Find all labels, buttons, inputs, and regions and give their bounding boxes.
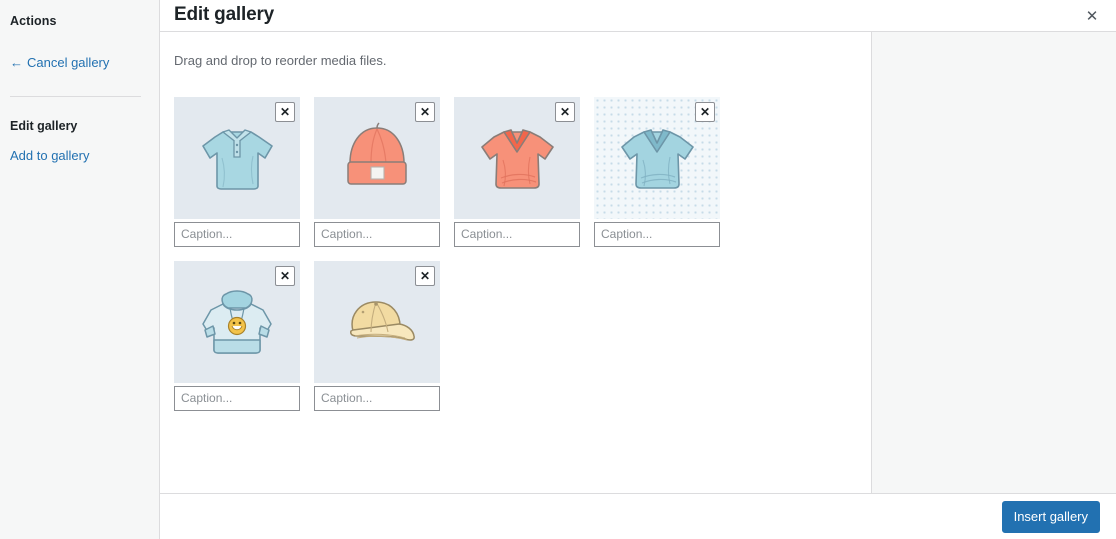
thumbnail-blue-tshirt[interactable]: ✕ [594,97,720,219]
insert-gallery-button[interactable]: Insert gallery [1002,501,1100,533]
thumbnail-hoodie[interactable]: ✕ [174,261,300,383]
remove-media-icon[interactable]: ✕ [415,266,435,286]
page-title: Edit gallery [174,5,274,24]
edit-gallery-modal: Actions ← Cancel gallery Edit gallery Add… [0,0,1116,539]
caption-input[interactable] [314,386,440,411]
media-tile[interactable]: ✕ [174,97,300,247]
media-tile-grid: ✕ ✕ ✕ ✕ [174,97,857,411]
media-tile[interactable]: ✕ [454,97,580,247]
sidebar-item-add-to-gallery[interactable]: Add to gallery [8,143,143,169]
gallery-content: Drag and drop to reorder media files. ✕ … [160,32,871,493]
thumbnail-polo-shirt[interactable]: ✕ [174,97,300,219]
caption-input[interactable] [174,386,300,411]
media-tile[interactable]: ✕ [314,261,440,411]
remove-media-icon[interactable]: ✕ [275,102,295,122]
remove-media-icon[interactable]: ✕ [275,266,295,286]
caption-input[interactable] [594,222,720,247]
media-tile[interactable]: ✕ [594,97,720,247]
modal-main: Edit gallery ✕ Drag and drop to reorder … [160,0,1116,539]
remove-media-icon[interactable]: ✕ [555,102,575,122]
caption-input[interactable] [314,222,440,247]
gallery-settings-panel [871,32,1116,493]
sidebar-item-cancel-gallery-label: Cancel gallery [27,55,109,70]
sidebar-actions-heading: Actions [8,10,143,28]
thumbnail-baseball-cap[interactable]: ✕ [314,261,440,383]
remove-media-icon[interactable]: ✕ [415,102,435,122]
modal-sidebar: Actions ← Cancel gallery Edit gallery Add… [0,0,160,539]
modal-body: Drag and drop to reorder media files. ✕ … [160,32,1116,494]
close-icon[interactable]: ✕ [1076,0,1108,32]
thumbnail-beanie[interactable]: ✕ [314,97,440,219]
media-tile[interactable]: ✕ [174,261,300,411]
arrow-left-icon: ← [10,55,23,70]
remove-media-icon[interactable]: ✕ [695,102,715,122]
media-tile[interactable]: ✕ [314,97,440,247]
reorder-instruction: Drag and drop to reorder media files. [174,51,857,71]
modal-footer: Insert gallery [160,494,1116,539]
sidebar-divider [10,96,141,97]
thumbnail-coral-tshirt[interactable]: ✕ [454,97,580,219]
caption-input[interactable] [174,222,300,247]
sidebar-group-title-edit-gallery: Edit gallery [8,119,143,133]
modal-header: Edit gallery ✕ [160,0,1116,32]
sidebar-item-cancel-gallery[interactable]: ← Cancel gallery [8,50,143,76]
caption-input[interactable] [454,222,580,247]
